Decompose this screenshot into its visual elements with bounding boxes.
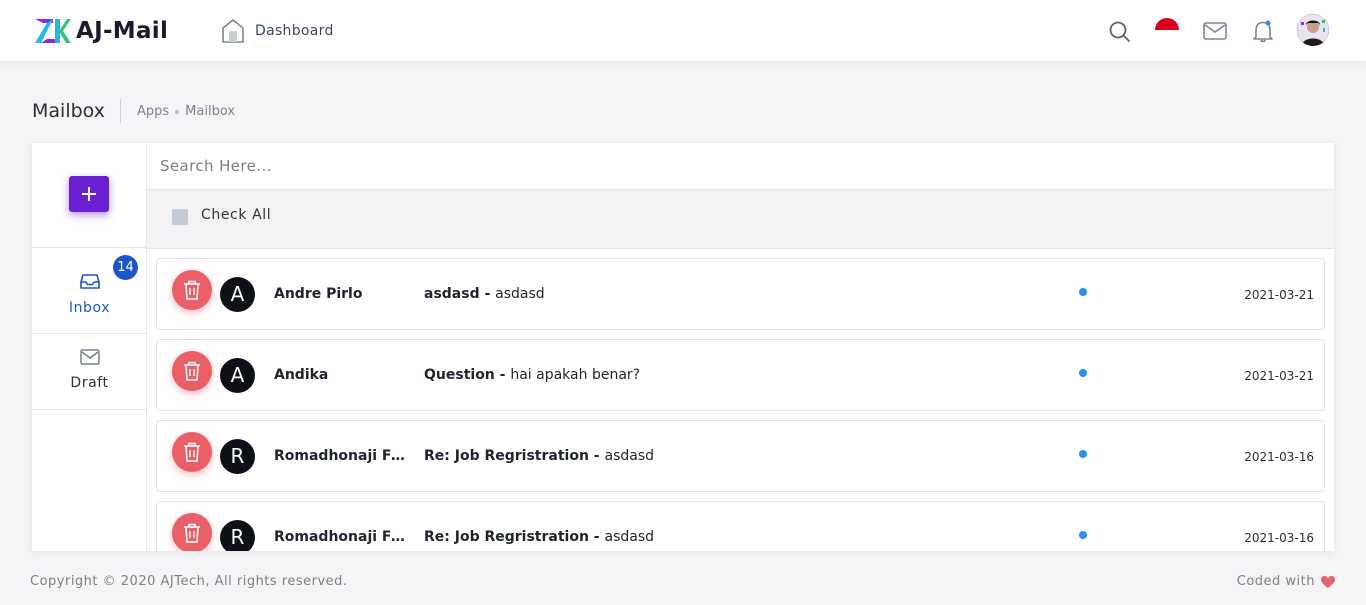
- inbox-icon: [79, 274, 100, 289]
- breadcrumb-mailbox: Mailbox: [185, 104, 236, 119]
- sender-avatar: A: [220, 358, 255, 393]
- email-subject-line: Re: Job Regristration - asdasd: [424, 448, 654, 464]
- email-subject: Re: Job Regristration -: [424, 529, 605, 545]
- unread-dot: [1079, 369, 1087, 377]
- mail-icon: [79, 349, 100, 365]
- delete-button[interactable]: [172, 270, 212, 310]
- compose-button[interactable]: [69, 176, 109, 212]
- sender-avatar: A: [220, 277, 255, 312]
- check-all-label[interactable]: Check All: [201, 207, 271, 223]
- unread-dot: [1079, 450, 1087, 458]
- breadcrumb-separator: [175, 109, 180, 114]
- email-snippet: asdasd: [604, 448, 655, 464]
- email-snippet: hai apakah benar?: [510, 367, 641, 383]
- heart-icon: [1321, 575, 1335, 588]
- unread-dot: [1079, 288, 1087, 296]
- email-subject: asdasd -: [424, 286, 496, 302]
- mailbox-card: Inbox 14 Draft Check All: [32, 143, 1334, 551]
- email-snippet: asdasd: [495, 286, 545, 302]
- trash-icon: [184, 523, 200, 543]
- trash-icon: [184, 280, 200, 300]
- email-row[interactable]: R Romadhonaji Fou… Re: Job Regristration…: [156, 420, 1325, 492]
- sidebar-divider: [32, 409, 147, 410]
- sidebar-item-inbox-label: Inbox: [68, 300, 111, 316]
- unread-dot: [1079, 531, 1087, 539]
- email-subject-line: Re: Job Regristration - asdasd: [424, 529, 654, 545]
- delete-button[interactable]: [172, 432, 212, 472]
- sender-avatar: R: [220, 520, 255, 551]
- inbox-unread-badge: 14: [113, 255, 138, 280]
- sidebar-item-draft-label: Draft: [70, 375, 109, 391]
- email-sender: Romadhonaji Fou…: [274, 448, 411, 464]
- search-icon[interactable]: [1109, 21, 1131, 43]
- check-all-bar: [147, 190, 1334, 249]
- aj-logo-icon: [35, 19, 71, 43]
- search-input[interactable]: [147, 143, 1334, 190]
- email-snippet: asdasd: [604, 529, 655, 545]
- app-logo[interactable]: AJ-Mail: [33, 16, 168, 46]
- plus-icon: [82, 187, 96, 201]
- nav-dashboard[interactable]: Dashboard: [221, 18, 334, 44]
- top-header: AJ-Mail Dashboard: [0, 0, 1366, 61]
- indonesia-flag-icon[interactable]: [1155, 18, 1179, 42]
- email-sender: Romadhonaji Fou…: [274, 529, 411, 545]
- footer-coded-with-label: Coded with: [1236, 574, 1315, 589]
- footer-coded-with: Coded with: [1237, 574, 1336, 589]
- sender-avatar: R: [220, 439, 255, 474]
- mailbox-sidebar: Inbox 14 Draft: [32, 143, 147, 551]
- user-avatar-image: [1297, 14, 1329, 46]
- email-sender: Andre Pirlo: [274, 286, 363, 302]
- bell-icon[interactable]: [1252, 19, 1274, 43]
- breadcrumb: Apps Mailbox: [137, 104, 235, 119]
- sidebar-item-draft[interactable]: Draft: [32, 349, 147, 391]
- home-icon: [222, 18, 244, 43]
- trash-icon: [184, 361, 200, 381]
- mail-list-panel: Check All A Andre Pirlo asdasd - asdasd …: [147, 143, 1334, 551]
- email-subject-line: Question - hai apakah benar?: [424, 367, 640, 383]
- sidebar-divider: [32, 333, 147, 334]
- email-row[interactable]: A Andre Pirlo asdasd - asdasd 2021-03-21: [156, 258, 1325, 330]
- email-subject-line: asdasd - asdasd: [424, 286, 545, 302]
- mail-icon[interactable]: [1203, 21, 1227, 41]
- email-row[interactable]: A Andika Question - hai apakah benar? 20…: [156, 339, 1325, 411]
- trash-icon: [184, 442, 200, 462]
- page-title: Mailbox: [32, 100, 105, 122]
- delete-button[interactable]: [172, 513, 212, 551]
- email-subject: Re: Job Regristration -: [424, 448, 605, 464]
- email-row[interactable]: R Romadhonaji Fou… Re: Job Regristration…: [156, 501, 1325, 551]
- breadcrumb-apps[interactable]: Apps: [137, 104, 169, 119]
- user-avatar[interactable]: [1297, 14, 1329, 46]
- app-name: AJ-Mail: [76, 18, 169, 44]
- check-all-checkbox[interactable]: [172, 209, 188, 225]
- nav-dashboard-label: Dashboard: [255, 23, 334, 39]
- email-date: 2021-03-21: [1244, 369, 1314, 383]
- sidebar-divider: [32, 247, 147, 248]
- email-sender: Andika: [274, 367, 329, 383]
- email-date: 2021-03-16: [1244, 531, 1314, 545]
- email-date: 2021-03-16: [1244, 450, 1314, 464]
- footer-copyright: Copyright © 2020 AJTech, All rights rese…: [30, 574, 348, 589]
- breadcrumb-divider: [120, 99, 121, 123]
- email-date: 2021-03-21: [1244, 288, 1314, 302]
- delete-button[interactable]: [172, 351, 212, 391]
- email-subject: Question -: [424, 367, 511, 383]
